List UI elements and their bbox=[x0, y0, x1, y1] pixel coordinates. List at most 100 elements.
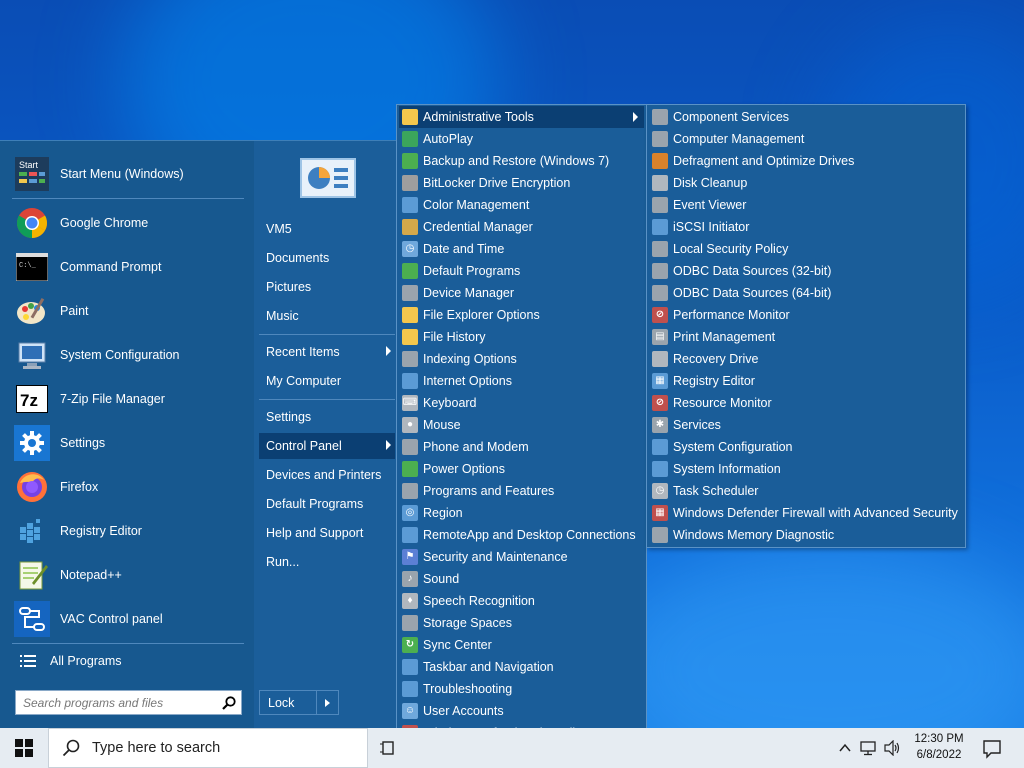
lock-button[interactable]: Lock bbox=[259, 690, 339, 715]
administrative-tools-submenu: Component Services Computer Management Def… bbox=[646, 104, 966, 548]
control-panel-item[interactable]: ◎ Region bbox=[399, 502, 644, 524]
start-search-box[interactable] bbox=[15, 690, 242, 715]
admin-tools-item[interactable]: ODBC Data Sources (64-bit) bbox=[649, 282, 963, 304]
places-run[interactable]: Run... bbox=[259, 549, 395, 575]
control-panel-item[interactable]: Power Options bbox=[399, 458, 644, 480]
control-panel-item[interactable]: Storage Spaces bbox=[399, 612, 644, 634]
control-panel-item[interactable]: Credential Manager bbox=[399, 216, 644, 238]
control-panel-item[interactable]: Default Programs bbox=[399, 260, 644, 282]
admin-tools-item[interactable]: System Information bbox=[649, 458, 963, 480]
system-information-icon bbox=[652, 461, 668, 477]
pinned-item-registry-editor[interactable]: Registry Editor bbox=[10, 509, 244, 553]
start-search-input[interactable] bbox=[16, 691, 217, 714]
admin-tools-item[interactable]: Local Security Policy bbox=[649, 238, 963, 260]
all-programs-button[interactable]: All Programs bbox=[12, 647, 244, 675]
control-panel-item[interactable]: Device Manager bbox=[399, 282, 644, 304]
places-default-programs[interactable]: Default Programs bbox=[259, 491, 395, 517]
admin-tools-item[interactable]: ODBC Data Sources (32-bit) bbox=[649, 260, 963, 282]
lock-options-button[interactable] bbox=[316, 691, 338, 714]
control-panel-item[interactable]: ⌨ Keyboard bbox=[399, 392, 644, 414]
control-panel-item[interactable]: Indexing Options bbox=[399, 348, 644, 370]
pinned-item-command-prompt[interactable]: C:\_ Command Prompt bbox=[10, 245, 244, 289]
control-panel-item[interactable]: BitLocker Drive Encryption bbox=[399, 172, 644, 194]
places-pictures[interactable]: Pictures bbox=[259, 274, 395, 300]
admin-tools-item-label: Registry Editor bbox=[673, 374, 755, 388]
user-picture[interactable] bbox=[300, 158, 356, 198]
credential-manager-icon bbox=[402, 219, 418, 235]
admin-tools-item[interactable]: ▦ Registry Editor bbox=[649, 370, 963, 392]
divider bbox=[12, 198, 244, 199]
admin-tools-item[interactable]: Event Viewer bbox=[649, 194, 963, 216]
admin-tools-item[interactable]: Windows Memory Diagnostic bbox=[649, 524, 963, 546]
admin-tools-item[interactable]: ✱ Services bbox=[649, 414, 963, 436]
start-menu-header-item[interactable]: Start Start Menu (Windows) bbox=[10, 152, 244, 196]
control-panel-item[interactable]: Color Management bbox=[399, 194, 644, 216]
pinned-item-settings[interactable]: Settings bbox=[10, 421, 244, 465]
admin-tools-item[interactable]: iSCSI Initiator bbox=[649, 216, 963, 238]
pinned-item-label: Paint bbox=[60, 304, 89, 318]
control-panel-item[interactable]: ◷ Date and Time bbox=[399, 238, 644, 260]
chevron-right-icon bbox=[386, 440, 391, 450]
search-icon[interactable] bbox=[217, 691, 241, 715]
places-my-computer[interactable]: My Computer bbox=[259, 368, 395, 394]
places-settings[interactable]: Settings bbox=[259, 404, 395, 430]
control-panel-item[interactable]: Troubleshooting bbox=[399, 678, 644, 700]
admin-tools-item[interactable]: ◷ Task Scheduler bbox=[649, 480, 963, 502]
places-documents[interactable]: Documents bbox=[259, 245, 395, 271]
admin-tools-item[interactable]: ▤ Print Management bbox=[649, 326, 963, 348]
places-recent-items[interactable]: Recent Items bbox=[259, 339, 395, 365]
admin-tools-item-label: System Information bbox=[673, 462, 781, 476]
control-panel-item[interactable]: Phone and Modem bbox=[399, 436, 644, 458]
places-help-support[interactable]: Help and Support bbox=[259, 520, 395, 546]
admin-tools-item-label: Services bbox=[673, 418, 721, 432]
control-panel-item[interactable]: AutoPlay bbox=[399, 128, 644, 150]
pinned-item-vac-control-panel[interactable]: VAC Control panel bbox=[10, 597, 244, 641]
control-panel-item[interactable]: File Explorer Options bbox=[399, 304, 644, 326]
indexing-icon bbox=[402, 351, 418, 367]
pinned-item-chrome[interactable]: Google Chrome bbox=[10, 201, 244, 245]
control-panel-item[interactable]: ● Mouse bbox=[399, 414, 644, 436]
pinned-item-firefox[interactable]: Firefox bbox=[10, 465, 244, 509]
places-music[interactable]: Music bbox=[259, 303, 395, 329]
admin-tools-item[interactable]: ▦ Windows Defender Firewall with Advanced… bbox=[649, 502, 963, 524]
notification-center-button[interactable] bbox=[980, 736, 1004, 760]
places-devices-printers[interactable]: Devices and Printers bbox=[259, 462, 395, 488]
admin-tools-item[interactable]: Recovery Drive bbox=[649, 348, 963, 370]
admin-tools-item[interactable]: Disk Cleanup bbox=[649, 172, 963, 194]
pinned-item-7zip[interactable]: 7z 7-Zip File Manager bbox=[10, 377, 244, 421]
control-panel-item[interactable]: ⚑ Security and Maintenance bbox=[399, 546, 644, 568]
vac-control-panel-icon bbox=[14, 601, 50, 637]
control-panel-item[interactable]: Administrative Tools bbox=[399, 106, 644, 128]
admin-tools-item-label: Disk Cleanup bbox=[673, 176, 748, 190]
admin-tools-item[interactable]: Computer Management bbox=[649, 128, 963, 150]
chevron-up-icon[interactable] bbox=[838, 741, 852, 755]
control-panel-item[interactable]: ♪ Sound bbox=[399, 568, 644, 590]
places-user-label: VM5 bbox=[266, 222, 292, 236]
pinned-item-notepad-plus-plus[interactable]: Notepad++ bbox=[10, 553, 244, 597]
pinned-item-system-configuration[interactable]: System Configuration bbox=[10, 333, 244, 377]
admin-tools-item[interactable]: ⊘ Performance Monitor bbox=[649, 304, 963, 326]
notification-icon bbox=[983, 740, 1001, 759]
registry-editor-icon bbox=[14, 513, 50, 549]
control-panel-item[interactable]: ↻ Sync Center bbox=[399, 634, 644, 656]
control-panel-item[interactable]: RemoteApp and Desktop Connections bbox=[399, 524, 644, 546]
control-panel-item[interactable]: ♦ Speech Recognition bbox=[399, 590, 644, 612]
admin-tools-item[interactable]: System Configuration bbox=[649, 436, 963, 458]
places-user[interactable]: VM5 bbox=[259, 216, 395, 242]
admin-tools-item[interactable]: Defragment and Optimize Drives bbox=[649, 150, 963, 172]
taskbar-search-box[interactable]: Type here to search bbox=[48, 728, 368, 768]
taskbar-clock[interactable]: 12:30 PM 6/8/2022 bbox=[900, 731, 978, 763]
admin-tools-item[interactable]: ⊘ Resource Monitor bbox=[649, 392, 963, 414]
control-panel-item[interactable]: Taskbar and Navigation bbox=[399, 656, 644, 678]
admin-tools-item[interactable]: Component Services bbox=[649, 106, 963, 128]
places-control-panel[interactable]: Control Panel bbox=[259, 433, 395, 459]
control-panel-item[interactable]: Programs and Features bbox=[399, 480, 644, 502]
pinned-item-paint[interactable]: Paint bbox=[10, 289, 244, 333]
control-panel-item[interactable]: ☺ User Accounts bbox=[399, 700, 644, 722]
task-view-button[interactable] bbox=[380, 738, 400, 758]
network-icon[interactable] bbox=[860, 740, 878, 756]
control-panel-item[interactable]: Internet Options bbox=[399, 370, 644, 392]
control-panel-item[interactable]: Backup and Restore (Windows 7) bbox=[399, 150, 644, 172]
start-button[interactable] bbox=[0, 728, 48, 768]
control-panel-item[interactable]: File History bbox=[399, 326, 644, 348]
